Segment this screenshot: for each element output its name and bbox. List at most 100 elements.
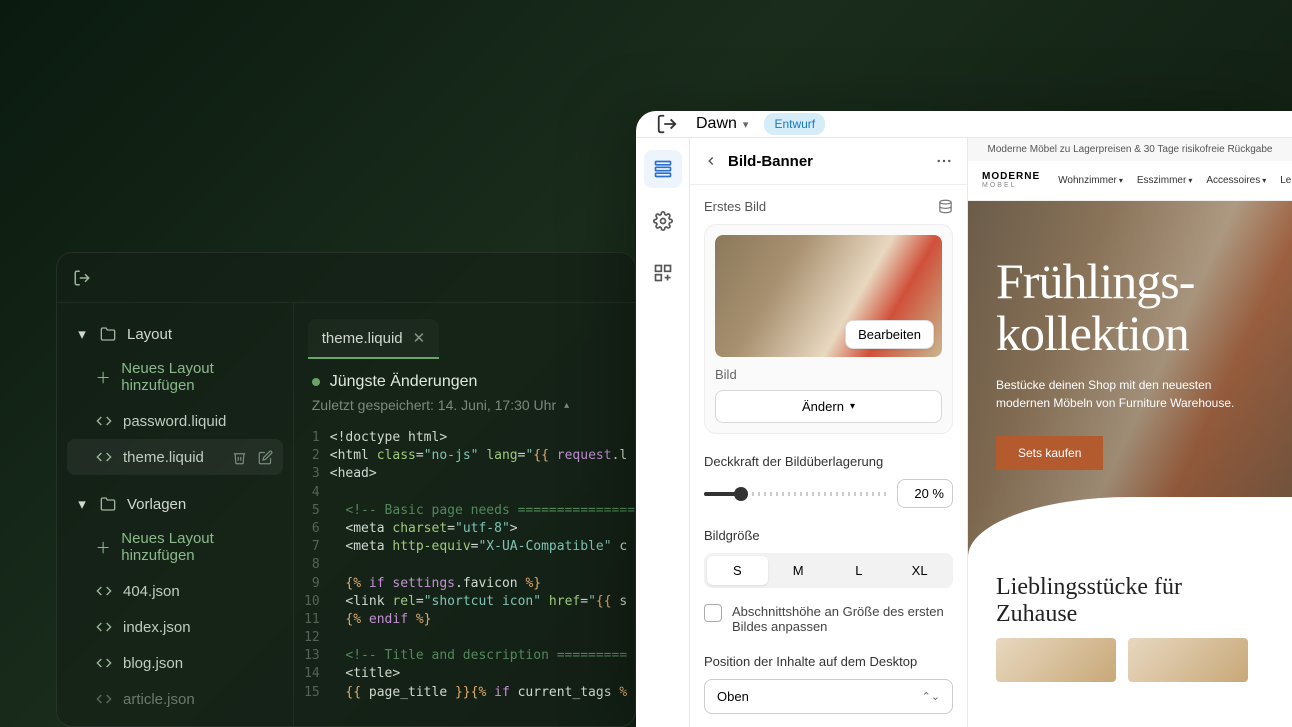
- chevron-down-icon: ▾: [1262, 176, 1266, 185]
- add-template-button[interactable]: ＋ Neues Layout hinzufügen: [67, 521, 283, 573]
- select-arrows-icon: ⌃⌄: [922, 690, 940, 703]
- edit-image-button[interactable]: Bearbeiten: [845, 320, 934, 349]
- theme-selector[interactable]: Dawn ▾: [696, 115, 748, 133]
- close-icon[interactable]: ✕: [413, 329, 426, 347]
- tab-label: theme.liquid: [322, 330, 403, 347]
- draft-badge: Entwurf: [764, 113, 825, 135]
- nav-link[interactable]: Le: [1280, 175, 1291, 186]
- exit-icon[interactable]: [73, 269, 91, 287]
- rail-sections-button[interactable]: [644, 150, 682, 188]
- folder-icon: [99, 495, 117, 513]
- tab-bar: theme.liquid ✕: [294, 303, 635, 361]
- code-editor-window: ▾ Layout ＋ Neues Layout hinzufügen passw…: [56, 252, 636, 727]
- theme-topbar: Dawn ▾ Entwurf: [636, 111, 1292, 138]
- image-card: Bearbeiten Bild Ändern ▾: [704, 224, 953, 434]
- code-file-icon: [95, 448, 113, 466]
- tab-theme-liquid[interactable]: theme.liquid ✕: [308, 319, 439, 359]
- store-logo[interactable]: MODERNE MÖBEL: [982, 171, 1040, 190]
- back-icon[interactable]: [704, 154, 718, 168]
- hero-title: Frühlings-kollektion: [996, 255, 1264, 360]
- favorites-heading: Lieblingsstücke für Zuhause: [968, 556, 1292, 638]
- code-file-icon: [95, 654, 113, 672]
- image-thumbnail: Bearbeiten: [715, 235, 942, 357]
- file-index-json[interactable]: index.json: [67, 609, 283, 645]
- logo-sub: MÖBEL: [982, 182, 1040, 190]
- code-lines[interactable]: <!doctype html><html class="no-js" lang=…: [330, 429, 635, 702]
- exit-icon[interactable]: [654, 111, 680, 137]
- tree-section-layout[interactable]: ▾ Layout: [67, 317, 283, 351]
- rail-settings-button[interactable]: [644, 202, 682, 240]
- more-icon[interactable]: [935, 152, 953, 170]
- position-label: Position der Inhalte auf dem Desktop: [704, 654, 953, 669]
- chevron-down-icon: ▾: [743, 118, 749, 131]
- editor-main: theme.liquid ✕ Jüngste Änderungen Zuletz…: [294, 303, 635, 726]
- code-file-icon: [95, 582, 113, 600]
- hero-cta-button[interactable]: Sets kaufen: [996, 436, 1103, 470]
- database-icon[interactable]: [938, 199, 953, 214]
- file-label: blog.json: [123, 655, 183, 672]
- file-label: 404.json: [123, 583, 180, 600]
- store-header: MODERNE MÖBEL Wohnzimmer▾ Esszimmer▾ Acc…: [968, 161, 1292, 201]
- chevron-down-icon: ▾: [75, 325, 89, 343]
- editor-rail: [636, 138, 690, 727]
- section-label: Vorlagen: [127, 496, 186, 513]
- announcement-bar: Moderne Möbel zu Lagerpreisen & 30 Tage …: [968, 138, 1292, 161]
- folder-icon: [99, 325, 117, 343]
- opacity-value-input[interactable]: 20 %: [897, 479, 953, 508]
- plus-icon: ＋: [95, 368, 111, 386]
- inspector-title: Bild-Banner: [728, 153, 925, 170]
- nav-link[interactable]: Esszimmer▾: [1137, 175, 1192, 186]
- nav-link[interactable]: Accessoires▾: [1206, 175, 1266, 186]
- file-tree-sidebar: ▾ Layout ＋ Neues Layout hinzufügen passw…: [57, 303, 294, 726]
- theme-name-label: Dawn: [696, 115, 737, 133]
- first-image-label: Erstes Bild: [704, 199, 766, 214]
- position-select[interactable]: Oben ⌃⌄: [704, 679, 953, 714]
- changes-title: Jüngste Änderungen: [330, 373, 478, 391]
- add-label: Neues Layout hinzufügen: [121, 530, 275, 564]
- file-blog-json[interactable]: blog.json: [67, 645, 283, 681]
- chevron-down-icon: ▾: [1119, 176, 1123, 185]
- section-label: Layout: [127, 326, 172, 343]
- file-label: password.liquid: [123, 413, 226, 430]
- storefront-preview: Moderne Möbel zu Lagerpreisen & 30 Tage …: [968, 138, 1292, 727]
- adapt-height-checkbox[interactable]: [704, 604, 722, 622]
- size-option-xl[interactable]: XL: [889, 556, 950, 585]
- trash-icon[interactable]: [231, 448, 249, 466]
- code-file-icon: [95, 618, 113, 636]
- edit-icon[interactable]: [257, 448, 275, 466]
- code-editor[interactable]: 123456789101112131415 <!doctype html><ht…: [294, 423, 635, 708]
- editor-topbar: [57, 253, 635, 303]
- product-card[interactable]: [1128, 638, 1248, 682]
- change-image-button[interactable]: Ändern ▾: [715, 390, 942, 423]
- theme-editor-window: Dawn ▾ Entwurf Bild-Banner: [636, 111, 1292, 727]
- file-label: article.json: [123, 691, 195, 708]
- file-theme-liquid[interactable]: theme.liquid: [67, 439, 283, 475]
- add-label: Neues Layout hinzufügen: [121, 360, 275, 394]
- chevron-up-icon[interactable]: ▴: [564, 400, 569, 411]
- file-article-json[interactable]: article.json: [67, 681, 283, 717]
- size-label: Bildgröße: [704, 528, 953, 543]
- size-option-s[interactable]: S: [707, 556, 768, 585]
- rail-apps-button[interactable]: [644, 254, 682, 292]
- chevron-down-icon: ▾: [75, 495, 89, 513]
- size-option-m[interactable]: M: [768, 556, 829, 585]
- file-password-liquid[interactable]: password.liquid: [67, 403, 283, 439]
- saved-timestamp: Zuletzt gespeichert: 14. Juni, 17:30 Uhr: [312, 397, 556, 413]
- hero-subtitle: Bestücke deinen Shop mit den neuesten mo…: [996, 376, 1264, 412]
- chevron-down-icon: ▾: [1188, 176, 1192, 185]
- size-option-l[interactable]: L: [829, 556, 890, 585]
- logo-top: MODERNE: [982, 171, 1040, 182]
- file-label: theme.liquid: [123, 449, 204, 466]
- position-value: Oben: [717, 689, 749, 704]
- inspector-panel: Bild-Banner Erstes Bild Bearbeiten Bild: [690, 138, 968, 727]
- add-layout-button[interactable]: ＋ Neues Layout hinzufügen: [67, 351, 283, 403]
- image-sublabel: Bild: [715, 367, 942, 382]
- chevron-down-icon: ▾: [850, 401, 855, 412]
- change-label: Ändern: [802, 399, 844, 414]
- product-card[interactable]: [996, 638, 1116, 682]
- tree-section-templates[interactable]: ▾ Vorlagen: [67, 487, 283, 521]
- opacity-slider[interactable]: [704, 492, 887, 496]
- hero-curve: [968, 497, 1292, 557]
- file-404-json[interactable]: 404.json: [67, 573, 283, 609]
- nav-link[interactable]: Wohnzimmer▾: [1058, 175, 1123, 186]
